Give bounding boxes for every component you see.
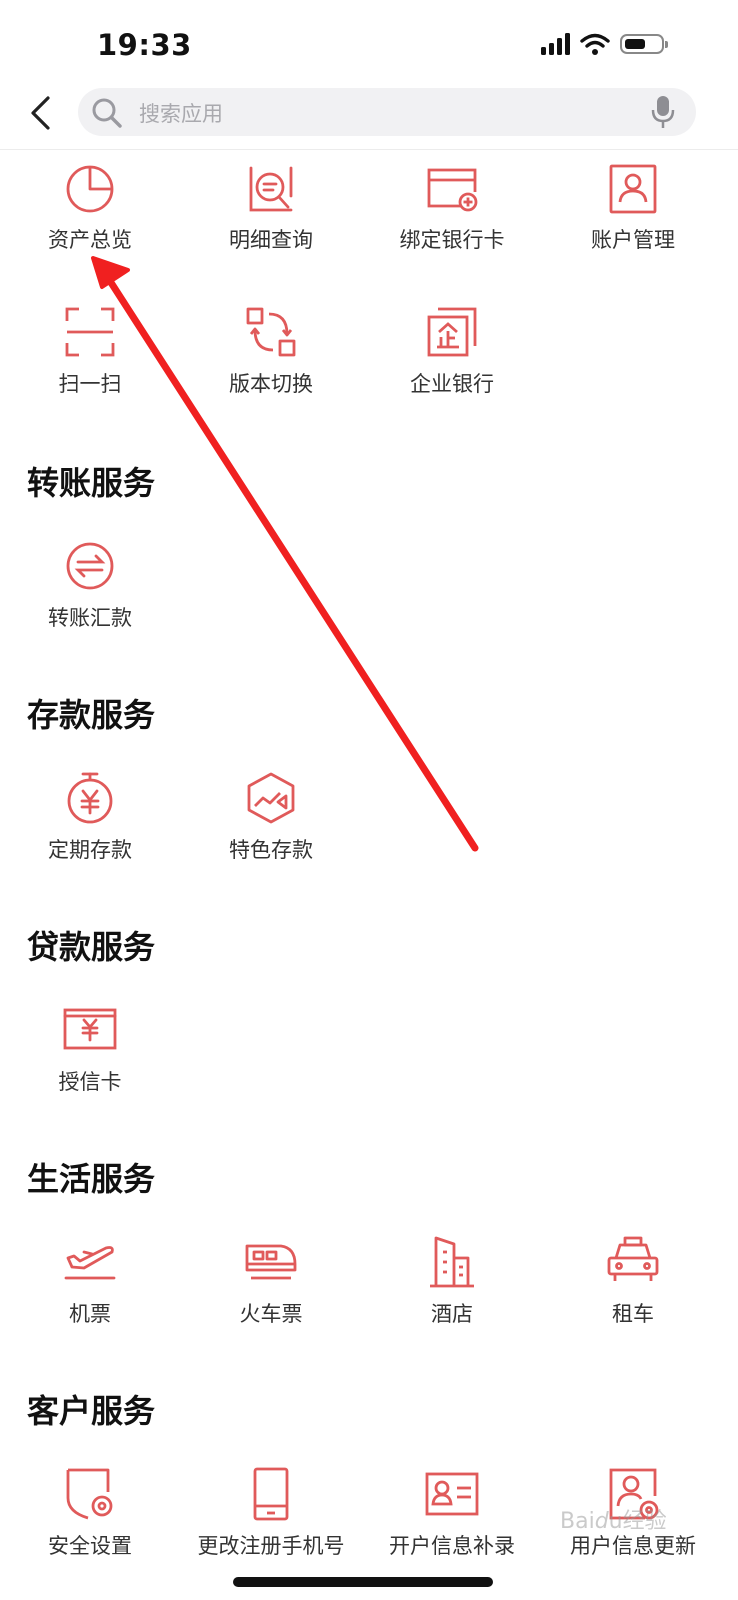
enterprise-bank-icon (427, 307, 477, 357)
app-transfer-remit[interactable]: 转账汇款 (0, 538, 180, 632)
phone-icon (253, 1467, 289, 1521)
app-label: 版本切换 (229, 372, 313, 396)
featured-deposit-icon (247, 772, 295, 824)
search-bar[interactable]: 搜索应用 (78, 88, 696, 136)
app-label: 账户管理 (591, 228, 675, 252)
section-title-deposit: 存款服务 (27, 696, 156, 734)
section-title-life: 生活服务 (27, 1160, 156, 1198)
user-profile-icon (609, 164, 657, 214)
fixed-deposit-icon (67, 772, 113, 824)
switch-icon (246, 307, 296, 357)
app-label: 更改注册手机号 (197, 1534, 345, 1558)
app-account-management[interactable]: 账户管理 (543, 160, 723, 254)
app-label: 安全设置 (48, 1534, 132, 1558)
security-settings-icon (66, 1468, 113, 1520)
home-indicator (233, 1577, 493, 1587)
cellular-signal-icon (541, 33, 570, 55)
app-label: 机票 (69, 1302, 111, 1326)
app-detail-query[interactable]: 明细查询 (181, 160, 361, 254)
app-label: 绑定银行卡 (399, 228, 505, 252)
nav-bar: 搜索应用 (0, 82, 738, 148)
credit-card-icon (63, 1008, 117, 1050)
back-button[interactable] (20, 90, 60, 136)
watermark: Baidu经验 (560, 1509, 667, 1534)
app-flight[interactable]: 机票 (0, 1234, 180, 1328)
app-fixed-deposit[interactable]: 定期存款 (0, 770, 180, 864)
app-account-info-supplement[interactable]: 开户信息补录 (362, 1466, 542, 1560)
battery-icon (620, 34, 668, 54)
search-icon (92, 98, 122, 128)
nav-divider (0, 149, 738, 150)
app-label: 特色存款 (229, 838, 313, 862)
status-time: 19:33 (97, 28, 192, 62)
search-document-icon (249, 166, 293, 212)
transfer-icon (66, 542, 114, 590)
app-change-phone[interactable]: 更改注册手机号 (181, 1466, 361, 1560)
app-label: 明细查询 (229, 228, 313, 252)
add-card-icon (427, 168, 478, 212)
status-icons (541, 33, 668, 55)
chevron-left-icon (31, 96, 50, 130)
app-train[interactable]: 火车票 (181, 1234, 361, 1328)
id-card-icon (425, 1472, 479, 1516)
app-label: 酒店 (431, 1302, 473, 1326)
app-car-rental[interactable]: 租车 (543, 1234, 723, 1328)
app-enterprise-bank[interactable]: 企业银行 (362, 304, 542, 398)
app-label: 授信卡 (58, 1070, 122, 1094)
app-label: 扫一扫 (58, 372, 122, 396)
scan-icon (65, 307, 115, 357)
app-label: 转账汇款 (48, 606, 132, 630)
section-title-transfer: 转账服务 (27, 464, 156, 502)
hotel-icon (430, 1236, 474, 1288)
search-placeholder: 搜索应用 (139, 102, 223, 126)
app-label: 租车 (612, 1302, 654, 1326)
app-scan[interactable]: 扫一扫 (0, 304, 180, 398)
app-bind-card[interactable]: 绑定银行卡 (362, 160, 542, 254)
wifi-icon (580, 33, 610, 55)
app-version-switch[interactable]: 版本切换 (181, 304, 361, 398)
section-title-loan: 贷款服务 (27, 928, 156, 966)
app-security-settings[interactable]: 安全设置 (0, 1466, 180, 1560)
app-hotel[interactable]: 酒店 (362, 1234, 542, 1328)
train-icon (245, 1244, 297, 1280)
app-label: 资产总览 (48, 228, 132, 252)
app-featured-deposit[interactable]: 特色存款 (181, 770, 361, 864)
app-asset-overview[interactable]: 资产总览 (0, 160, 180, 254)
pie-chart-icon (66, 165, 114, 213)
section-title-customer: 客户服务 (27, 1392, 156, 1430)
app-label: 开户信息补录 (389, 1534, 515, 1558)
app-label: 定期存款 (48, 838, 132, 862)
status-bar: 19:33 (0, 0, 738, 80)
app-label: 火车票 (239, 1302, 303, 1326)
app-label: 企业银行 (410, 372, 494, 396)
app-credit-card[interactable]: 授信卡 (0, 1002, 180, 1096)
plane-icon (64, 1246, 116, 1280)
car-icon (607, 1236, 659, 1281)
microphone-icon[interactable] (650, 94, 676, 130)
